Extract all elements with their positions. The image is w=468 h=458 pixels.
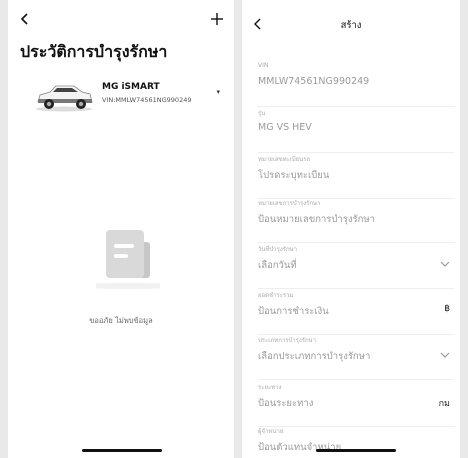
- vehicle-model: MG iSMART: [102, 82, 160, 92]
- caret-down-icon[interactable]: ▾: [216, 88, 220, 96]
- empty-state-message: ขออภัย ไม่พบข้อมูล: [89, 316, 153, 325]
- field-value: MG VS HEV: [258, 122, 312, 133]
- field-placeholder[interactable]: ป้อนระยะทาง: [258, 396, 313, 411]
- page-title: สร้าง: [340, 20, 362, 31]
- maintenance-type-field[interactable]: ประเภทการบำรุงรักษา เลือกประเภทการบำรุงร…: [258, 335, 454, 380]
- field-placeholder[interactable]: ป้อนตัวแทนจำหน่าย: [258, 440, 341, 455]
- field-label: หมายเลขการบำรุงรักษา: [258, 200, 321, 207]
- field-label: หมายเลขทะเบียนรถ: [258, 156, 311, 163]
- field-placeholder[interactable]: ป้อนการชำระเงิน: [258, 304, 329, 319]
- dealer-field[interactable]: ผู้จำหน่าย ป้อนตัวแทนจำหน่าย: [258, 426, 454, 458]
- distance-field[interactable]: ระยะทาง ป้อนระยะทาง กม: [258, 382, 454, 427]
- back-arrow-icon[interactable]: [18, 12, 32, 26]
- km-unit: กม: [438, 399, 450, 409]
- field-placeholder[interactable]: เลือกประเภทการบำรุงรักษา: [258, 349, 370, 364]
- field-value: MMLW74561NG990249: [258, 76, 370, 87]
- chevron-down-icon[interactable]: [440, 351, 450, 359]
- field-label: ยอดชำระรวม: [258, 292, 294, 299]
- payment-field[interactable]: ยอดชำระรวม ป้อนการชำระเงิน ฿: [258, 290, 454, 335]
- field-placeholder[interactable]: เลือกวันที่: [258, 258, 297, 273]
- vehicle-selector[interactable]: MG iSMART VIN:MMLW74561NG990249 ▾: [18, 80, 228, 120]
- field-label: VIN: [258, 62, 269, 69]
- home-indicator: [82, 449, 162, 452]
- chevron-down-icon[interactable]: [440, 260, 450, 268]
- license-plate-field[interactable]: หมายเลขทะเบียนรถ โปรดระบุทะเบียน: [258, 154, 454, 199]
- maintenance-history-screen: ประวัติการบำรุงรักษา MG iSMART VIN:MMLW7…: [8, 0, 234, 458]
- field-label: ประเภทการบำรุงรักษา: [258, 337, 316, 344]
- maintenance-date-field[interactable]: วันที่บำรุงรักษา เลือกวันที่: [258, 244, 454, 289]
- field-label: รุ่น: [258, 110, 266, 117]
- empty-document-icon: [96, 230, 160, 289]
- add-icon[interactable]: [210, 12, 224, 26]
- model-field: รุ่น MG VS HEV: [258, 108, 454, 153]
- baht-unit: ฿: [444, 304, 450, 314]
- field-label: วันที่บำรุงรักษา: [258, 246, 297, 253]
- field-placeholder[interactable]: โปรดระบุทะเบียน: [258, 168, 329, 183]
- field-label: ระยะทาง: [258, 384, 282, 391]
- car-image: [36, 85, 93, 112]
- field-placeholder[interactable]: ป้อนหมายเลขการบำรุงรักษา: [258, 212, 375, 227]
- page-title: ประวัติการบำรุงรักษา: [20, 42, 168, 61]
- vehicle-vin: VIN:MMLW74561NG990249: [102, 96, 192, 104]
- vin-field: VIN MMLW74561NG990249: [258, 62, 454, 107]
- maintenance-number-field[interactable]: หมายเลขการบำรุงรักษา ป้อนหมายเลขการบำรุง…: [258, 198, 454, 243]
- create-maintenance-screen: สร้าง VIN MMLW74561NG990249 รุ่น MG VS H…: [242, 0, 460, 458]
- field-label: ผู้จำหน่าย: [258, 428, 284, 435]
- home-indicator: [316, 449, 396, 452]
